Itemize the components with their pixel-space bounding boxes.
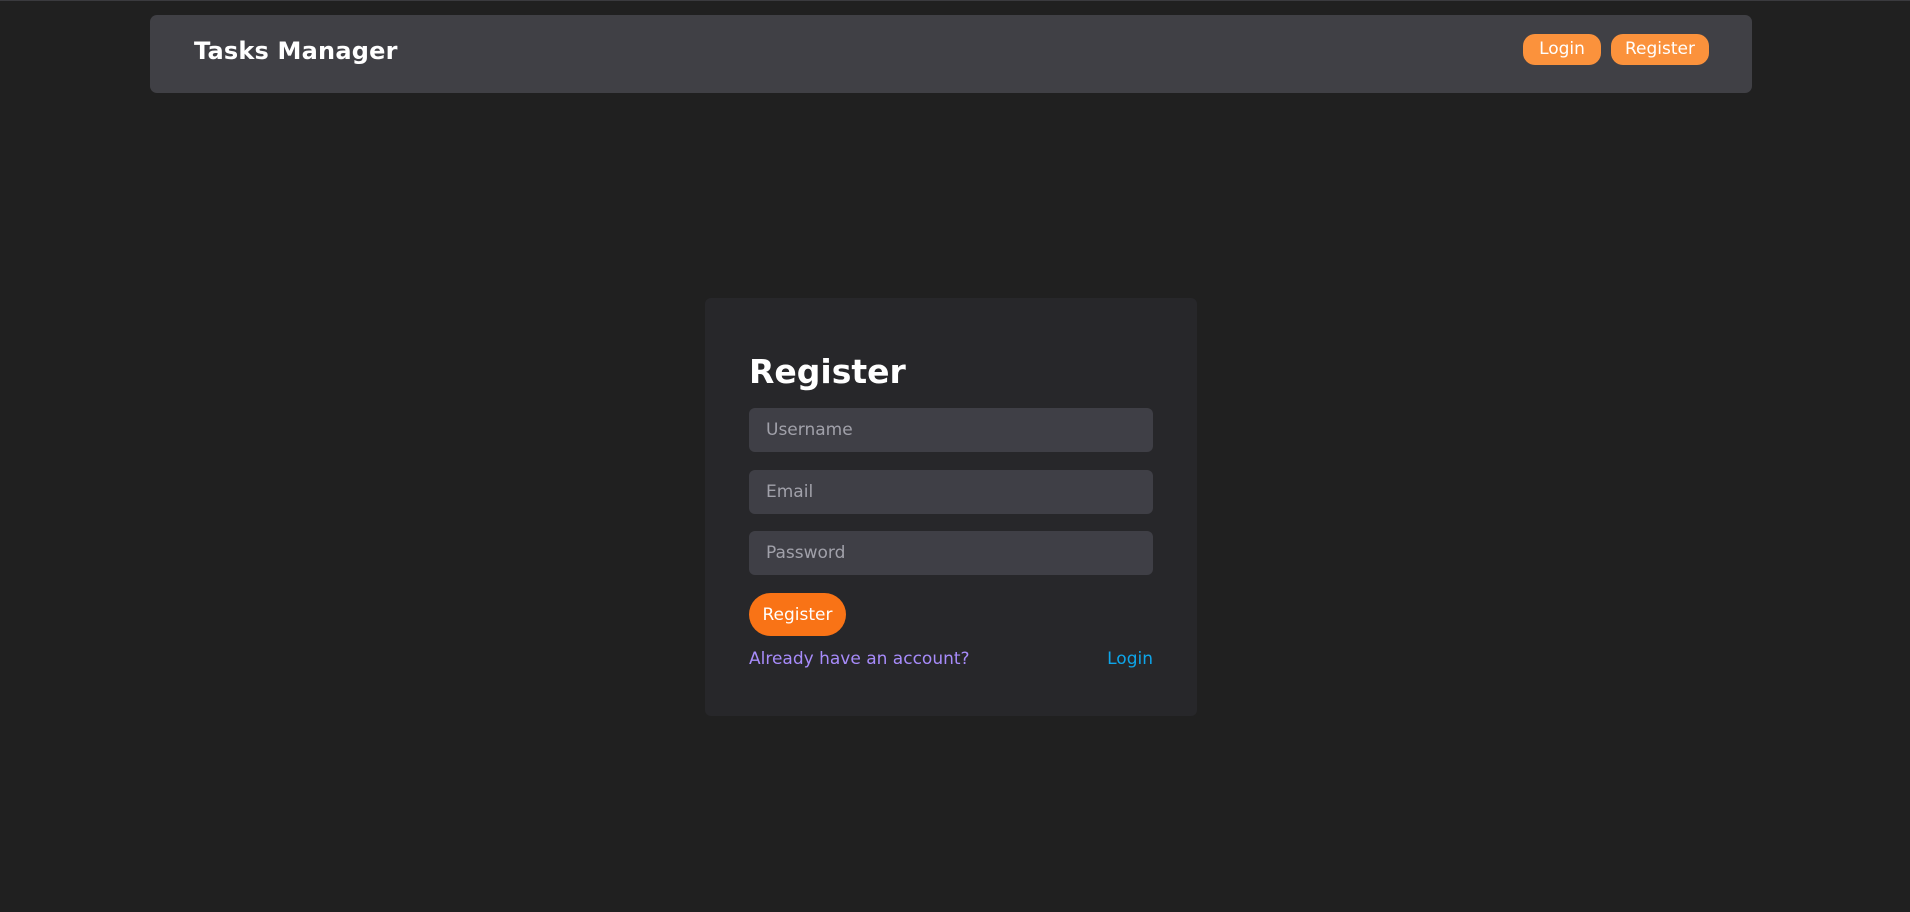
email-input[interactable] bbox=[749, 470, 1153, 514]
nav-register-button[interactable]: Register bbox=[1611, 34, 1709, 65]
navbar: Tasks Manager Login Register bbox=[150, 15, 1752, 93]
register-title: Register bbox=[749, 352, 906, 391]
nav-login-button[interactable]: Login bbox=[1523, 34, 1601, 65]
username-input[interactable] bbox=[749, 408, 1153, 452]
top-divider bbox=[0, 0, 1910, 1]
have-account-text: Already have an account? bbox=[749, 649, 970, 669]
password-input[interactable] bbox=[749, 531, 1153, 575]
register-submit-button[interactable]: Register bbox=[749, 593, 846, 636]
app-brand: Tasks Manager bbox=[194, 37, 398, 65]
register-card: Register Register Already have an accoun… bbox=[705, 298, 1197, 716]
login-link[interactable]: Login bbox=[1107, 649, 1153, 669]
